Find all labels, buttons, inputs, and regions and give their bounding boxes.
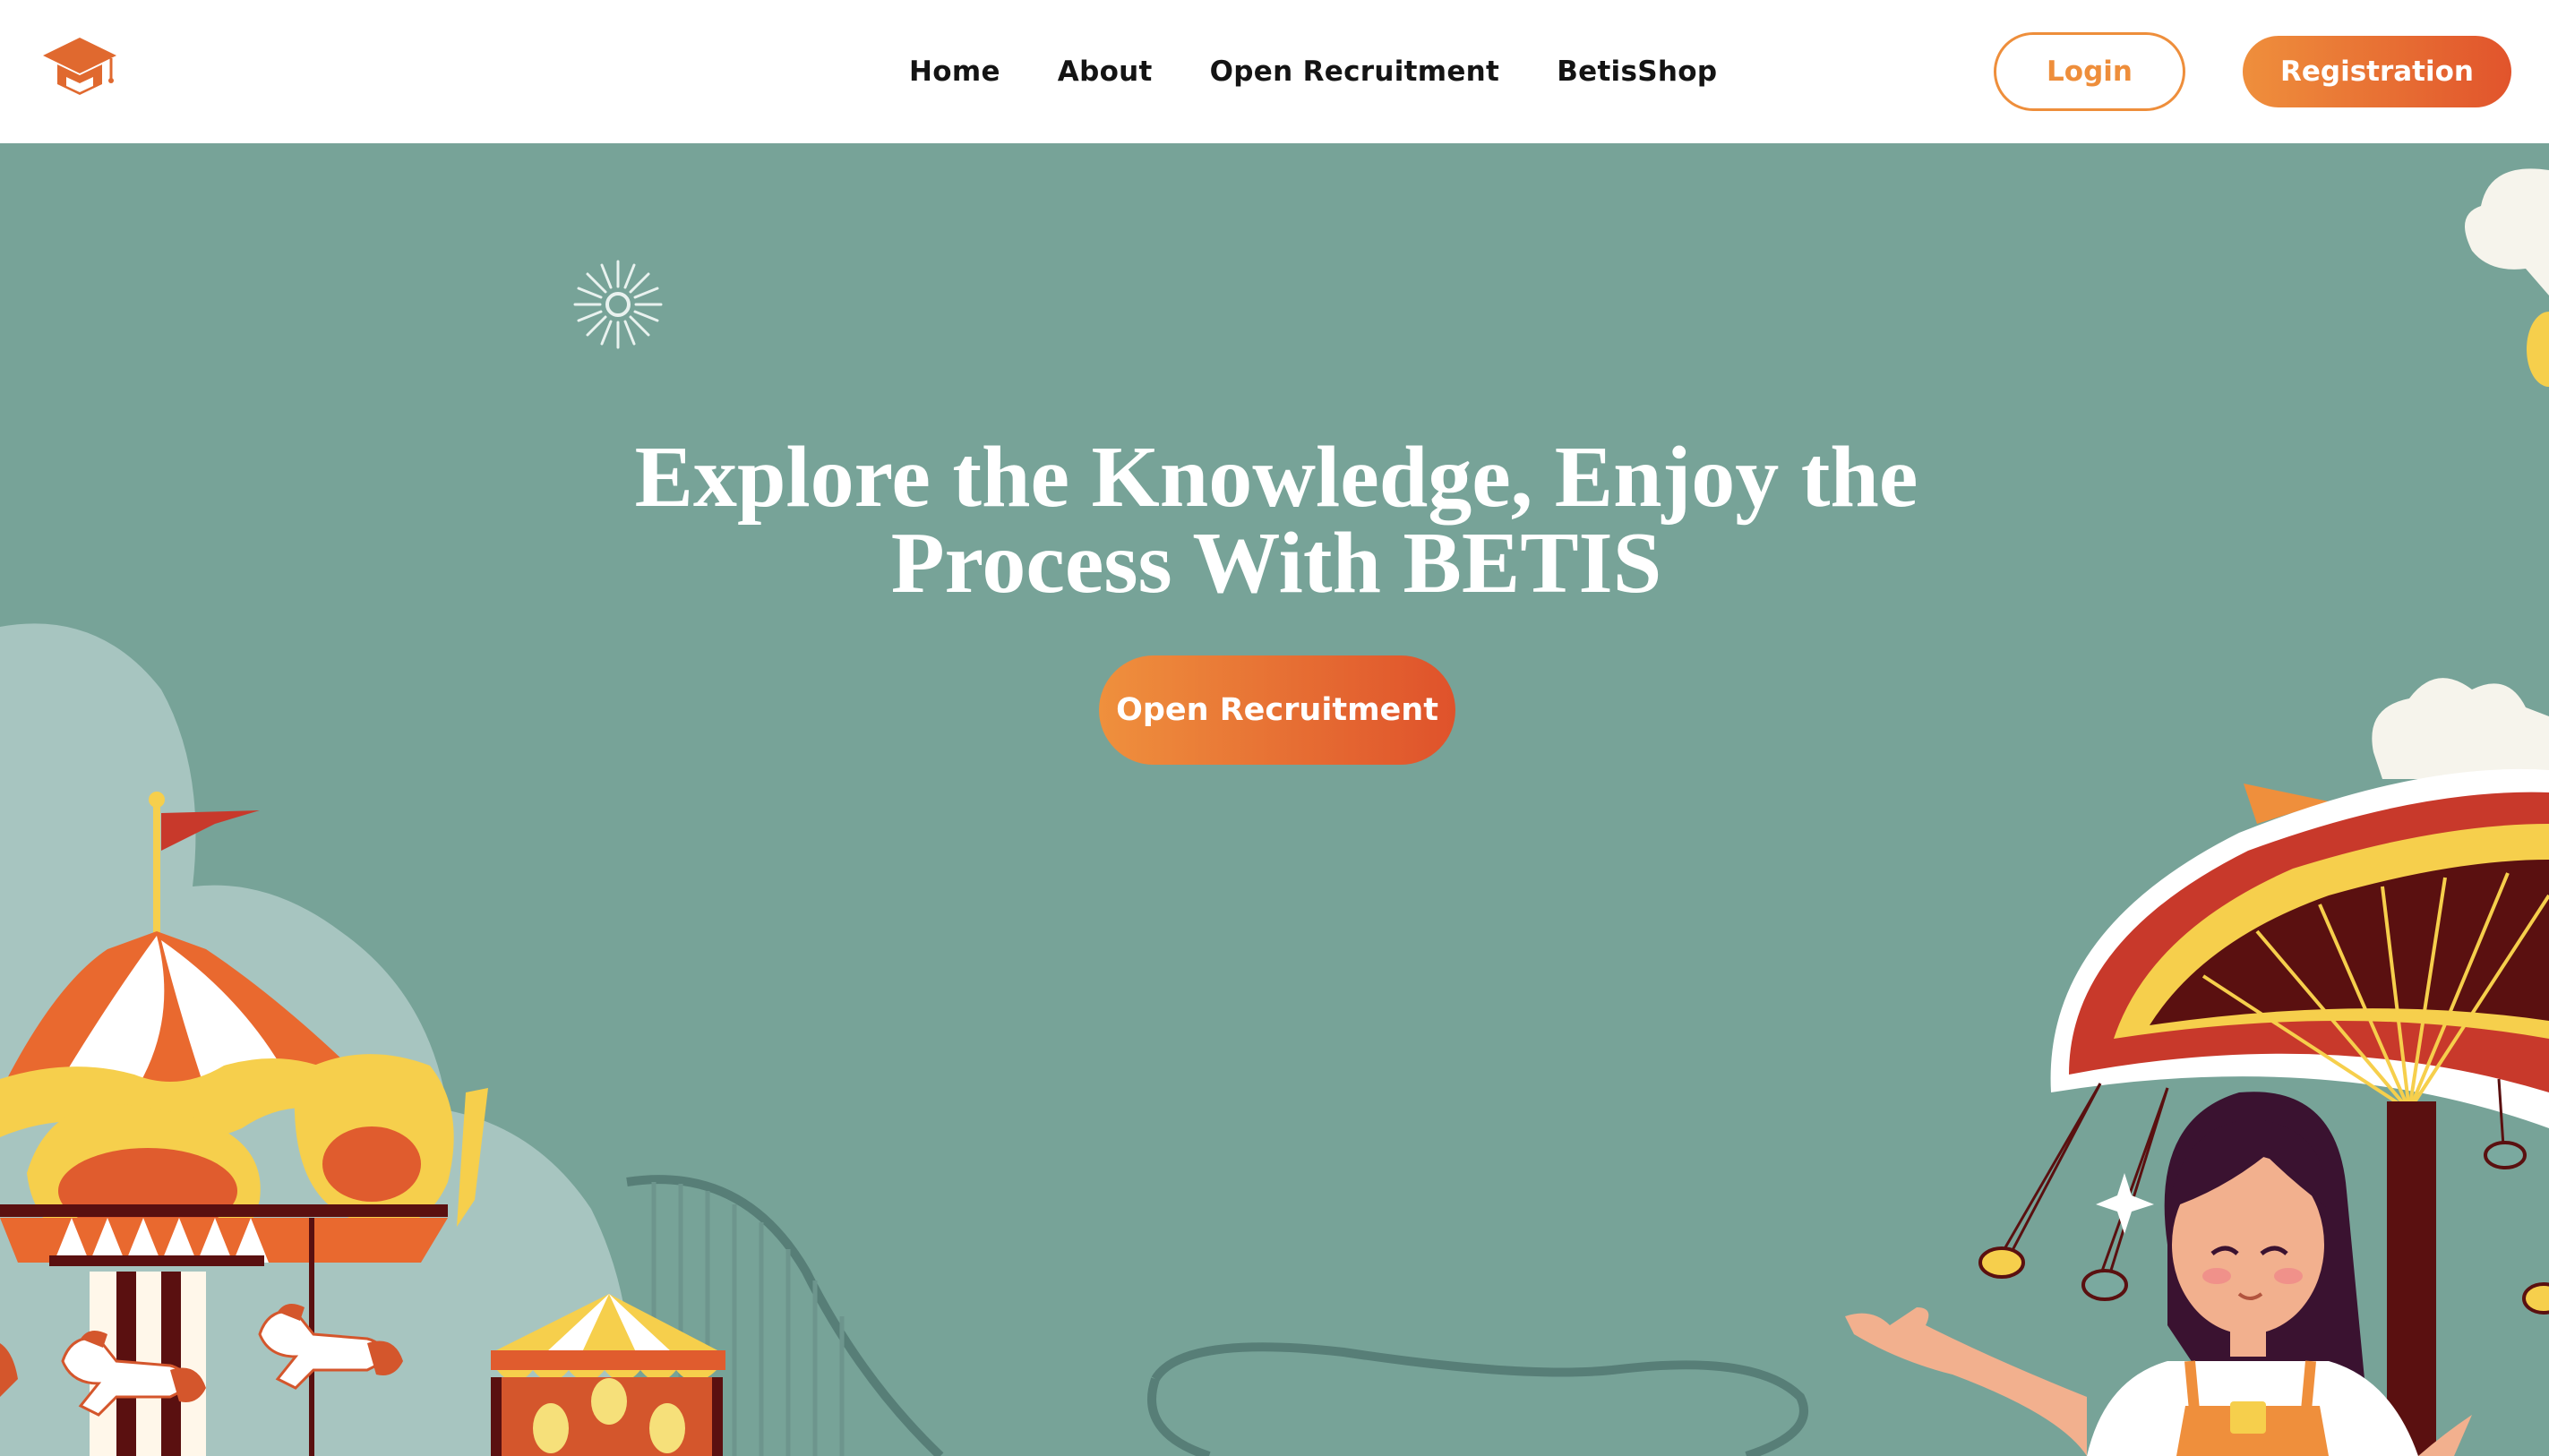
swing-seat (2522, 1282, 2549, 1315)
login-button[interactable]: Login (1994, 32, 2185, 111)
nav-betisshop-link[interactable]: BetisShop (1557, 56, 1717, 88)
nav-open-recruitment-link[interactable]: Open Recruitment (1210, 56, 1500, 88)
roller-coaster-track (626, 1175, 1808, 1456)
hero-title-line-2: Process With BETIS (890, 515, 1662, 612)
top-navbar: Home About Open Recruitment BetisShop Lo… (0, 0, 2549, 143)
amusement-park-illustration (0, 168, 2549, 1456)
girl-character-illustration (1845, 1092, 2472, 1456)
nav-home-link[interactable]: Home (909, 56, 1000, 88)
nav-about-link[interactable]: About (1058, 56, 1153, 88)
firework-icon (573, 260, 663, 349)
open-recruitment-cta-button[interactable]: Open Recruitment (1099, 655, 1455, 765)
hero-title-line-1: Explore the Knowledge, Enjoy the (634, 429, 1918, 526)
hero-section: Explore the Knowledge, Enjoy the Process… (0, 143, 2549, 1456)
swing-seat (1978, 1246, 2025, 1279)
swing-seat (2081, 1269, 2128, 1301)
graduation-cap-icon[interactable] (39, 34, 120, 106)
main-nav: Home About Open Recruitment BetisShop (909, 0, 1717, 143)
swing-seat (2484, 1141, 2527, 1169)
hero-title: Explore the Knowledge, Enjoy the Process… (537, 433, 2015, 607)
right-cloud-shape (2372, 168, 2549, 779)
registration-button[interactable]: Registration (2243, 36, 2511, 107)
